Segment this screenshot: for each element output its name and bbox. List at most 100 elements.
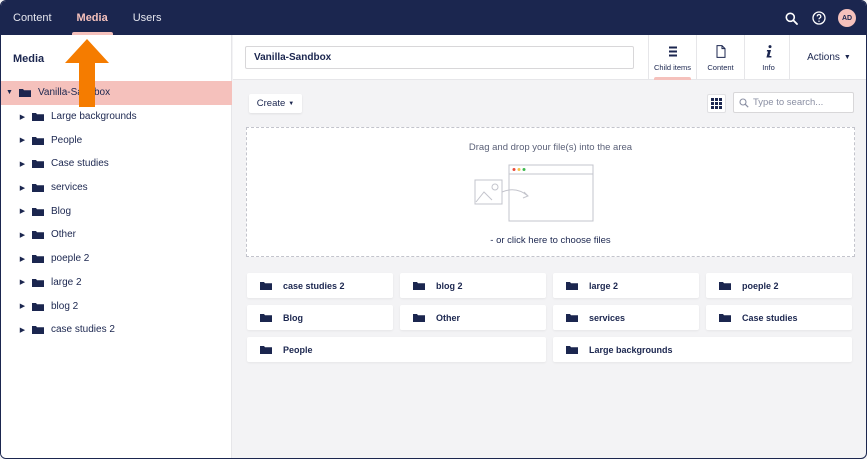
grid-view-toggle[interactable] [707, 94, 726, 113]
tree-item[interactable]: ▶ large 2 [1, 271, 232, 295]
app-child-items[interactable]: Child items [648, 35, 696, 80]
tree-item-root[interactable]: ▼ Vanilla-Sandbox [1, 81, 232, 105]
folder-icon [32, 278, 44, 287]
folder-card[interactable]: services [553, 305, 699, 330]
header-tools: AD [772, 1, 856, 35]
folder-icon [566, 346, 578, 354]
folder-icon [413, 314, 425, 322]
search-icon [739, 97, 749, 108]
caret-down-icon[interactable]: ▼ [5, 88, 14, 97]
folder-card[interactable]: People [247, 337, 546, 362]
folder-icon [32, 255, 44, 264]
create-button[interactable]: Create ▼ [249, 94, 302, 113]
folder-icon [19, 89, 31, 98]
app-content[interactable]: Content [696, 35, 744, 80]
nav-content[interactable]: Content [13, 1, 52, 35]
tree-item-label: poeple 2 [51, 253, 90, 265]
document-icon [716, 44, 726, 60]
folder-card[interactable]: poeple 2 [706, 273, 852, 298]
folder-name: Blog [283, 312, 303, 323]
folder-name: Other [436, 312, 461, 323]
actions-button[interactable]: Actions ▼ [789, 35, 866, 80]
search-input[interactable] [753, 97, 848, 108]
folder-card[interactable]: Blog [247, 305, 393, 330]
folder-icon [32, 207, 44, 216]
search-icon[interactable] [782, 9, 800, 27]
tree-item[interactable]: ▶ services [1, 176, 232, 200]
folder-icon [719, 282, 731, 290]
sidebar-title: Media [13, 53, 45, 65]
nav-users[interactable]: Users [133, 1, 162, 35]
folder-icon [260, 282, 272, 290]
tree-item-label: Blog [51, 205, 72, 217]
create-label: Create [256, 98, 286, 109]
name-field[interactable]: Vanilla-Sandbox [245, 46, 634, 69]
folder-icon [260, 346, 272, 354]
tree-item-label: blog 2 [51, 300, 79, 312]
app-window: Content Media Users AD Media ▼ Vanilla-S… [0, 0, 867, 459]
folder-card[interactable]: Case studies [706, 305, 852, 330]
tree-item-label: Other [51, 229, 77, 241]
choose-files-link[interactable]: - or click here to choose files [247, 235, 854, 246]
upload-illustration-icon [474, 164, 594, 222]
section-nav: Content Media Users [13, 1, 186, 35]
folder-icon [32, 231, 44, 240]
tree-item-label: Vanilla-Sandbox [38, 87, 111, 99]
folder-name: poeple 2 [742, 280, 779, 291]
tree-item[interactable]: ▶ Large backgrounds [1, 105, 232, 129]
help-icon[interactable] [810, 9, 828, 27]
user-avatar[interactable]: AD [838, 9, 856, 27]
search-box [733, 92, 854, 113]
folder-card[interactable]: Other [400, 305, 546, 330]
nav-media[interactable]: Media [71, 1, 113, 35]
caret-right-icon[interactable]: ▶ [18, 278, 27, 287]
folder-card[interactable]: Large backgrounds [553, 337, 852, 362]
info-icon [765, 44, 773, 60]
folder-card[interactable]: large 2 [553, 273, 699, 298]
folder-icon [719, 314, 731, 322]
grid-icon [711, 98, 722, 109]
caret-down-icon: ▼ [288, 100, 295, 107]
media-tree: ▼ Vanilla-Sandbox ▶ Large backgrounds ▶ … [1, 81, 232, 342]
list-icon [668, 44, 678, 60]
caret-right-icon[interactable]: ▶ [18, 325, 27, 334]
caret-right-icon[interactable]: ▶ [18, 230, 27, 239]
caret-right-icon[interactable]: ▶ [18, 183, 27, 192]
caret-right-icon[interactable]: ▶ [18, 302, 27, 311]
folder-card[interactable]: case studies 2 [247, 273, 393, 298]
folder-name: blog 2 [436, 280, 463, 291]
tree-item[interactable]: ▶ Blog [1, 199, 232, 223]
folder-card[interactable]: blog 2 [400, 273, 546, 298]
folder-icon [32, 113, 44, 122]
folder-icon [32, 184, 44, 193]
editor-header: Vanilla-Sandbox Child items Content Info… [233, 35, 866, 80]
folder-icon [32, 136, 44, 145]
caret-right-icon[interactable]: ▶ [18, 112, 27, 121]
tree-item-label: large 2 [51, 276, 82, 288]
tree-item[interactable]: ▶ Other [1, 223, 232, 247]
tree-item-label: People [51, 134, 83, 146]
tree-item[interactable]: ▶ Case studies [1, 152, 232, 176]
caret-right-icon[interactable]: ▶ [18, 159, 27, 168]
list-toolbar: Create ▼ [233, 80, 866, 125]
folder-icon [566, 314, 578, 322]
tree-item[interactable]: ▶ case studies 2 [1, 318, 232, 342]
folder-name: case studies 2 [283, 280, 345, 291]
app-info[interactable]: Info [744, 35, 792, 80]
folder-icon [260, 314, 272, 322]
tree-item[interactable]: ▶ poeple 2 [1, 247, 232, 271]
tree-item[interactable]: ▶ People [1, 128, 232, 152]
app-label: Info [762, 62, 775, 72]
folder-name: People [283, 344, 313, 355]
upload-dropzone[interactable]: Drag and drop your file(s) into the area… [246, 127, 855, 257]
caret-right-icon[interactable]: ▶ [18, 136, 27, 145]
app-label: Content [707, 62, 734, 72]
tree-item-label: case studies 2 [51, 324, 115, 336]
caret-down-icon: ▼ [843, 54, 851, 61]
tree-item-label: services [51, 182, 88, 194]
caret-right-icon[interactable]: ▶ [18, 207, 27, 216]
folder-name: large 2 [589, 280, 619, 291]
tree-item[interactable]: ▶ blog 2 [1, 294, 232, 318]
folder-icon [413, 282, 425, 290]
caret-right-icon[interactable]: ▶ [18, 254, 27, 263]
